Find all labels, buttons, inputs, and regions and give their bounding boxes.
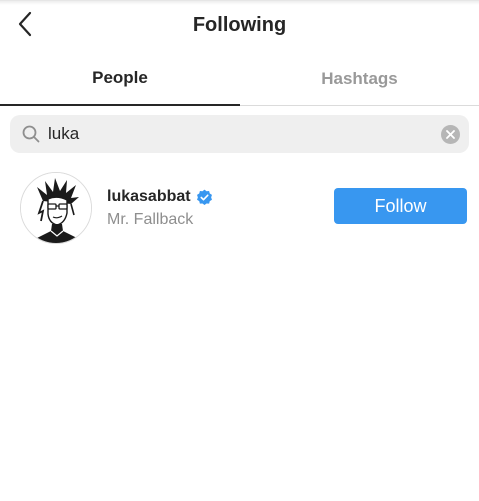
top-bar: Following xyxy=(0,0,479,52)
clear-icon xyxy=(446,130,455,139)
follow-button[interactable]: Follow xyxy=(334,188,467,224)
clear-search-button[interactable] xyxy=(441,125,460,144)
tab-bar: People Hashtags xyxy=(0,52,479,106)
search-icon xyxy=(22,125,40,143)
tab-people[interactable]: People xyxy=(0,52,240,106)
avatar-illustration xyxy=(21,173,91,243)
list-item[interactable]: lukasabbat Mr. Fallback Follow xyxy=(0,164,479,254)
username-line: lukasabbat xyxy=(107,188,213,206)
avatar[interactable] xyxy=(20,172,92,244)
verified-badge-icon xyxy=(196,189,212,205)
following-screen: Following People Hashtags luka lukasabba… xyxy=(0,0,479,501)
search-bar xyxy=(10,115,469,153)
page-title: Following xyxy=(192,14,287,36)
tab-hashtags[interactable]: Hashtags xyxy=(240,52,479,106)
search-input[interactable] xyxy=(48,115,428,153)
username[interactable]: lukasabbat xyxy=(107,188,191,206)
full-name: Mr. Fallback xyxy=(107,211,194,228)
